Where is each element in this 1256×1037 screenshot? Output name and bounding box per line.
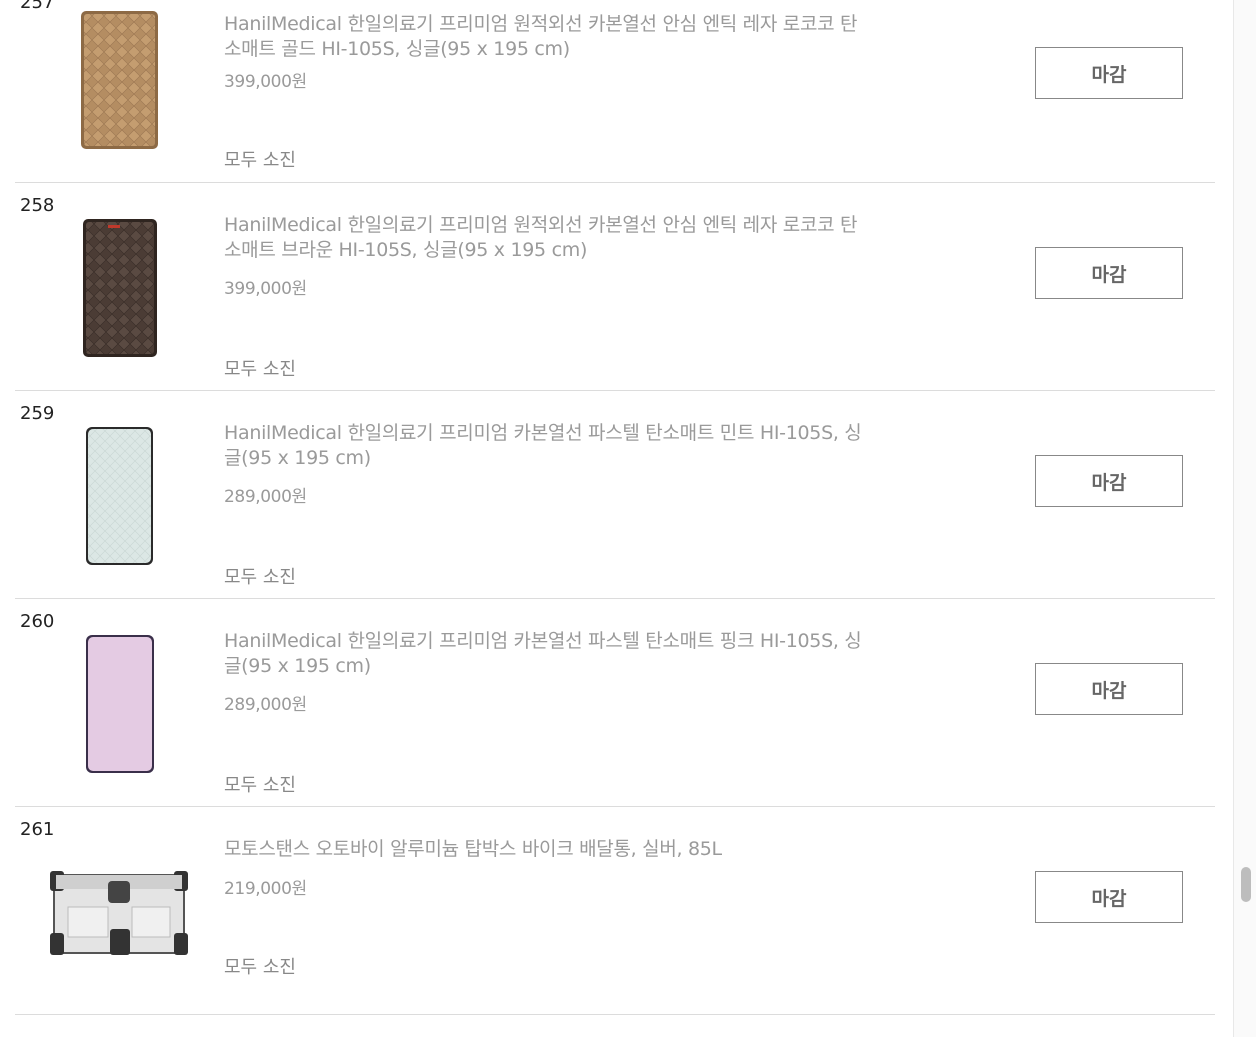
item-number: 259 xyxy=(20,403,55,424)
status-text: 모두 소진 xyxy=(224,567,296,588)
status-text: 모두 소진 xyxy=(224,957,296,978)
list-item: 260 HanilMedical 한일의료기 프리미엄 카본열선 파스텔 탄소매… xyxy=(15,599,1215,807)
list-item: 257 HanilMedical 한일의료기 프리미엄 원적외선 카본열선 안심… xyxy=(15,0,1215,183)
product-title[interactable]: HanilMedical 한일의료기 프리미엄 카본열선 파스텔 탄소매트 민트… xyxy=(224,421,874,471)
closed-button[interactable]: 마감 xyxy=(1035,247,1183,299)
product-price: 289,000원 xyxy=(224,487,307,507)
pink-mat-icon[interactable] xyxy=(85,634,156,775)
closed-button[interactable]: 마감 xyxy=(1035,871,1183,923)
mint-mat-icon[interactable] xyxy=(85,426,155,567)
list-item: 259 HanilMedical 한일의료기 프리미엄 카본열선 파스텔 탄소매… xyxy=(15,391,1215,599)
item-number: 261 xyxy=(20,819,55,840)
product-price: 219,000원 xyxy=(224,879,307,899)
product-price: 399,000원 xyxy=(224,72,307,92)
top-box-icon[interactable] xyxy=(48,867,190,962)
list-item: 261 모토스탠스 오토바이 알루미늄 탑박스 바이크 배달통, 실버, 85L… xyxy=(15,807,1215,1015)
product-list: 257 HanilMedical 한일의료기 프리미엄 원적외선 카본열선 안심… xyxy=(15,0,1215,1015)
scrollbar-thumb[interactable] xyxy=(1241,867,1251,902)
closed-button[interactable]: 마감 xyxy=(1035,455,1183,507)
status-text: 모두 소진 xyxy=(224,775,296,796)
gold-mat-icon[interactable] xyxy=(80,10,160,151)
item-number: 257 xyxy=(20,0,55,13)
item-number: 260 xyxy=(20,611,55,632)
product-price: 399,000원 xyxy=(224,279,307,299)
list-item: 258 HanilMedical 한일의료기 프리미엄 원적외선 카본열선 안심… xyxy=(15,183,1215,391)
status-text: 모두 소진 xyxy=(224,150,296,171)
product-title[interactable]: HanilMedical 한일의료기 프리미엄 원적외선 카본열선 안심 엔틱 … xyxy=(224,12,874,62)
product-price: 289,000원 xyxy=(224,695,307,715)
product-title[interactable]: HanilMedical 한일의료기 프리미엄 카본열선 파스텔 탄소매트 핑크… xyxy=(224,629,874,679)
product-title[interactable]: HanilMedical 한일의료기 프리미엄 원적외선 카본열선 안심 엔틱 … xyxy=(224,213,874,263)
closed-button[interactable]: 마감 xyxy=(1035,663,1183,715)
brown-mat-icon[interactable] xyxy=(82,218,159,359)
closed-button[interactable]: 마감 xyxy=(1035,47,1183,99)
product-title[interactable]: 모토스탠스 오토바이 알루미늄 탑박스 바이크 배달통, 실버, 85L xyxy=(224,837,874,862)
scrollbar-track[interactable] xyxy=(1233,0,1256,1037)
item-number: 258 xyxy=(20,195,55,216)
status-text: 모두 소진 xyxy=(224,359,296,380)
